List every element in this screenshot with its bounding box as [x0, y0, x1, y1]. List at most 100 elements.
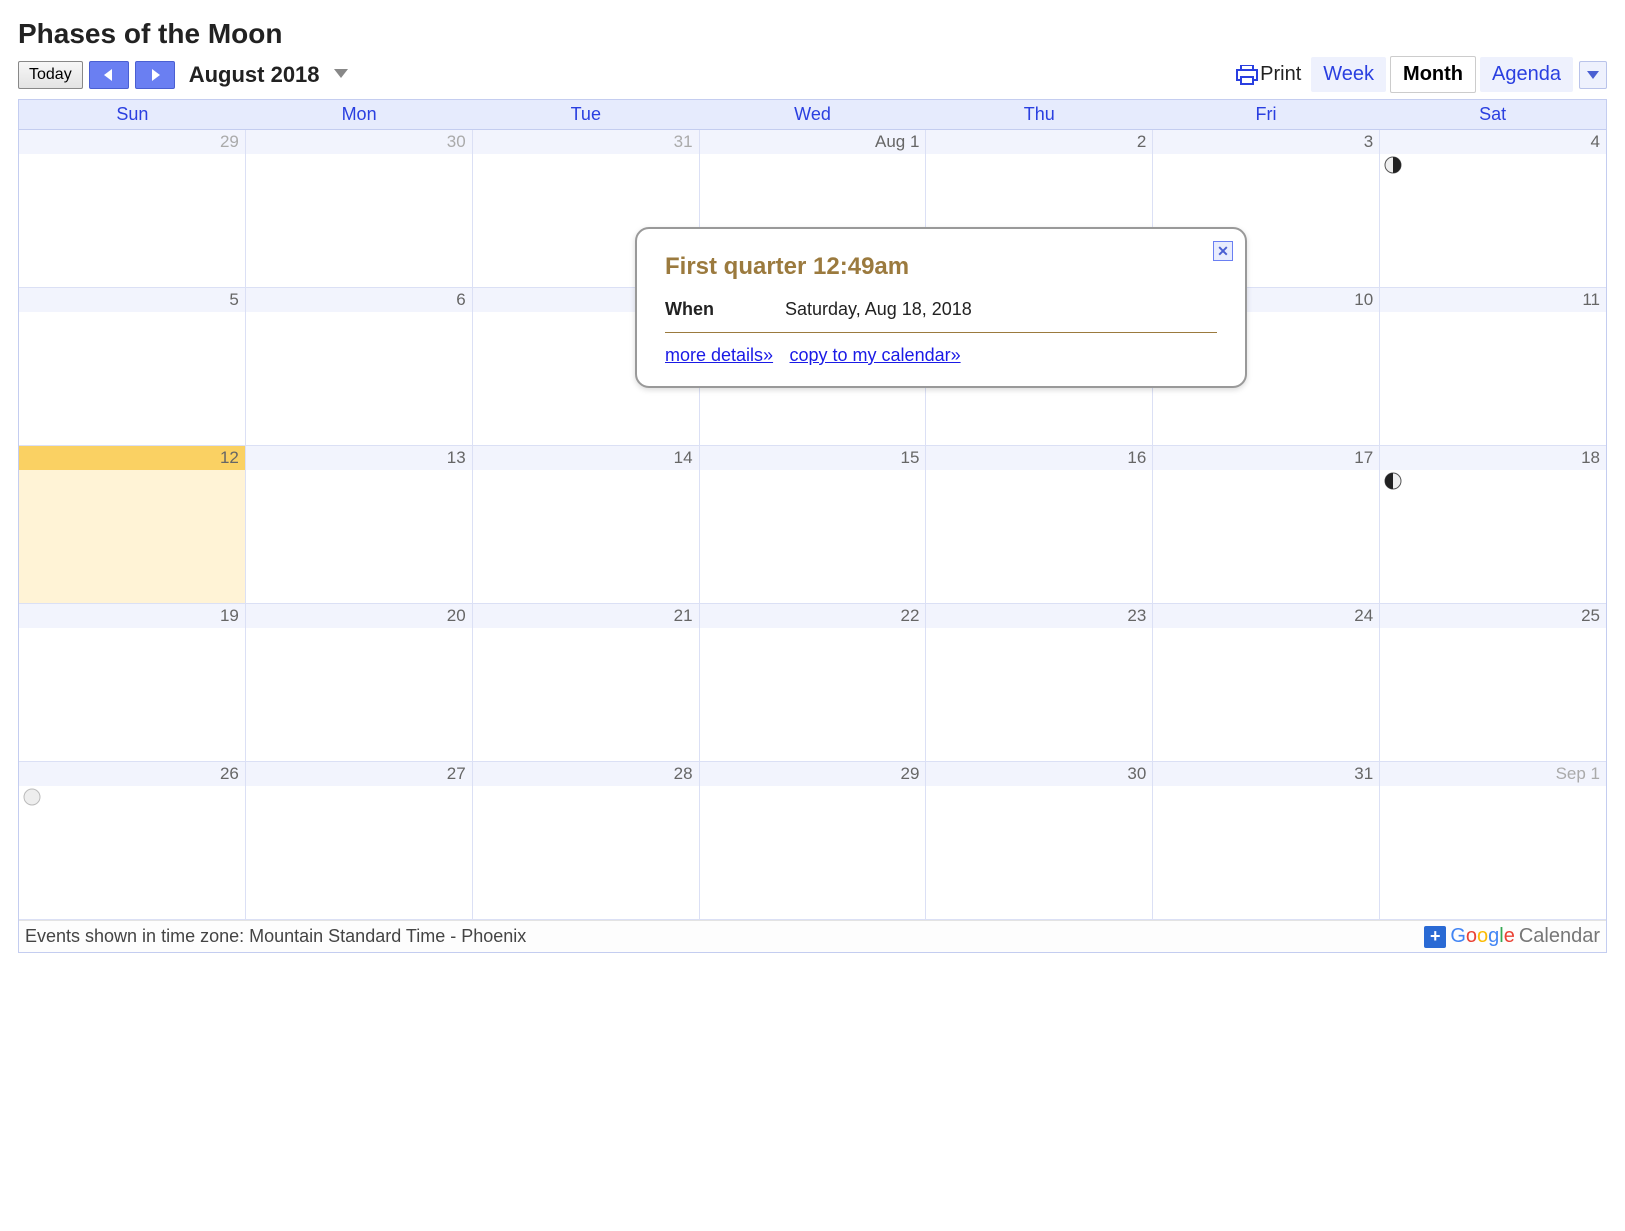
day-cell[interactable]: 21 — [473, 604, 700, 762]
dow-cell: Tue — [472, 100, 699, 129]
today-button[interactable]: Today — [18, 61, 83, 89]
day-number: 5 — [19, 288, 245, 312]
day-number: 27 — [246, 762, 472, 786]
chevron-right-icon — [150, 69, 160, 81]
event-popup: ✕ First quarter 12:49am When Saturday, A… — [635, 227, 1247, 388]
popup-close-button[interactable]: ✕ — [1213, 241, 1233, 261]
day-of-week-header: SunMonTueWedThuFriSat — [19, 100, 1606, 130]
toolbar-right: Print Week Month Agenda — [1236, 56, 1607, 93]
printer-icon — [1236, 65, 1258, 85]
popup-title: First quarter 12:49am — [665, 253, 1217, 281]
day-cell[interactable]: 29 — [700, 762, 927, 920]
day-cell[interactable]: 30 — [926, 762, 1153, 920]
view-agenda-button[interactable]: Agenda — [1480, 57, 1573, 92]
day-number: 4 — [1380, 130, 1606, 154]
day-number: 19 — [19, 604, 245, 628]
day-cell[interactable]: 27 — [246, 762, 473, 920]
day-cell[interactable]: 19 — [19, 604, 246, 762]
week-row: 12131415161718 — [19, 446, 1606, 604]
chevron-down-icon — [334, 69, 348, 79]
dow-cell: Wed — [699, 100, 926, 129]
week-row: 19202122232425 — [19, 604, 1606, 762]
day-cell[interactable]: 4 — [1380, 130, 1606, 288]
popup-when-label: When — [665, 299, 785, 320]
day-number: 17 — [1153, 446, 1379, 470]
day-number: 26 — [19, 762, 245, 786]
day-number: 15 — [700, 446, 926, 470]
day-number: 25 — [1380, 604, 1606, 628]
day-number: Aug 1 — [700, 130, 926, 154]
day-cell[interactable]: 29 — [19, 130, 246, 288]
moon-event[interactable] — [1384, 472, 1402, 495]
calendar-text: Calendar — [1519, 925, 1600, 948]
dow-cell: Mon — [246, 100, 473, 129]
day-number: 23 — [926, 604, 1152, 628]
day-cell[interactable]: 30 — [246, 130, 473, 288]
day-cell[interactable]: 5 — [19, 288, 246, 446]
toolbar: Today August 2018 Print Week Month Agend… — [18, 56, 1607, 93]
toolbar-left: Today August 2018 — [18, 61, 348, 89]
calendar: SunMonTueWedThuFriSat 293031Aug 12345678… — [18, 99, 1607, 953]
day-cell[interactable]: 6 — [246, 288, 473, 446]
day-cell[interactable]: 20 — [246, 604, 473, 762]
month-label: August 2018 — [189, 62, 320, 88]
chevron-down-icon — [1587, 71, 1599, 79]
day-cell[interactable]: 22 — [700, 604, 927, 762]
day-cell[interactable]: Sep 1 — [1380, 762, 1606, 920]
moon-event[interactable] — [1384, 156, 1402, 179]
day-cell[interactable]: 15 — [700, 446, 927, 604]
day-number: 22 — [700, 604, 926, 628]
view-month-button[interactable]: Month — [1390, 56, 1476, 93]
day-number: 20 — [246, 604, 472, 628]
day-number: 6 — [246, 288, 472, 312]
moon-event[interactable] — [23, 788, 41, 811]
day-number: 24 — [1153, 604, 1379, 628]
copy-to-calendar-link[interactable]: copy to my calendar» — [790, 345, 961, 365]
day-number: 11 — [1380, 288, 1606, 312]
chevron-left-icon — [104, 69, 114, 81]
dow-cell: Thu — [926, 100, 1153, 129]
day-number: 18 — [1380, 446, 1606, 470]
google-calendar-badge[interactable]: + Google Calendar — [1424, 925, 1600, 948]
day-number: 31 — [473, 130, 699, 154]
google-logo: Google — [1450, 925, 1515, 948]
options-dropdown-button[interactable] — [1579, 61, 1607, 89]
month-dropdown[interactable] — [334, 66, 348, 84]
more-details-link[interactable]: more details» — [665, 345, 773, 365]
print-button[interactable]: Print — [1236, 63, 1301, 86]
day-number: 14 — [473, 446, 699, 470]
day-cell[interactable]: 12 — [19, 446, 246, 604]
popup-links: more details» copy to my calendar» — [665, 345, 1217, 366]
day-number: 12 — [19, 446, 245, 470]
day-cell[interactable]: 18 — [1380, 446, 1606, 604]
day-cell[interactable]: 14 — [473, 446, 700, 604]
prev-month-button[interactable] — [89, 61, 129, 89]
day-number: 29 — [700, 762, 926, 786]
day-number: 21 — [473, 604, 699, 628]
calendar-footer: Events shown in time zone: Mountain Stan… — [19, 920, 1606, 952]
view-week-button[interactable]: Week — [1311, 57, 1386, 92]
day-cell[interactable]: 23 — [926, 604, 1153, 762]
day-cell[interactable]: 11 — [1380, 288, 1606, 446]
moon-last-quarter-icon — [1384, 156, 1402, 174]
day-cell[interactable]: 13 — [246, 446, 473, 604]
day-cell[interactable]: 26 — [19, 762, 246, 920]
day-cell[interactable]: 28 — [473, 762, 700, 920]
day-number: 28 — [473, 762, 699, 786]
day-cell[interactable]: 17 — [1153, 446, 1380, 604]
print-label: Print — [1260, 63, 1301, 86]
day-cell[interactable]: 16 — [926, 446, 1153, 604]
dow-cell: Sun — [19, 100, 246, 129]
week-row: 262728293031Sep 1 — [19, 762, 1606, 920]
day-number: Sep 1 — [1380, 762, 1606, 786]
timezone-label: Events shown in time zone: Mountain Stan… — [25, 926, 526, 947]
day-cell[interactable]: 25 — [1380, 604, 1606, 762]
moon-full-icon — [23, 788, 41, 806]
day-number: 3 — [1153, 130, 1379, 154]
next-month-button[interactable] — [135, 61, 175, 89]
popup-separator — [665, 332, 1217, 333]
popup-when-value: Saturday, Aug 18, 2018 — [785, 299, 972, 320]
day-cell[interactable]: 31 — [1153, 762, 1380, 920]
day-number: 30 — [246, 130, 472, 154]
day-cell[interactable]: 24 — [1153, 604, 1380, 762]
